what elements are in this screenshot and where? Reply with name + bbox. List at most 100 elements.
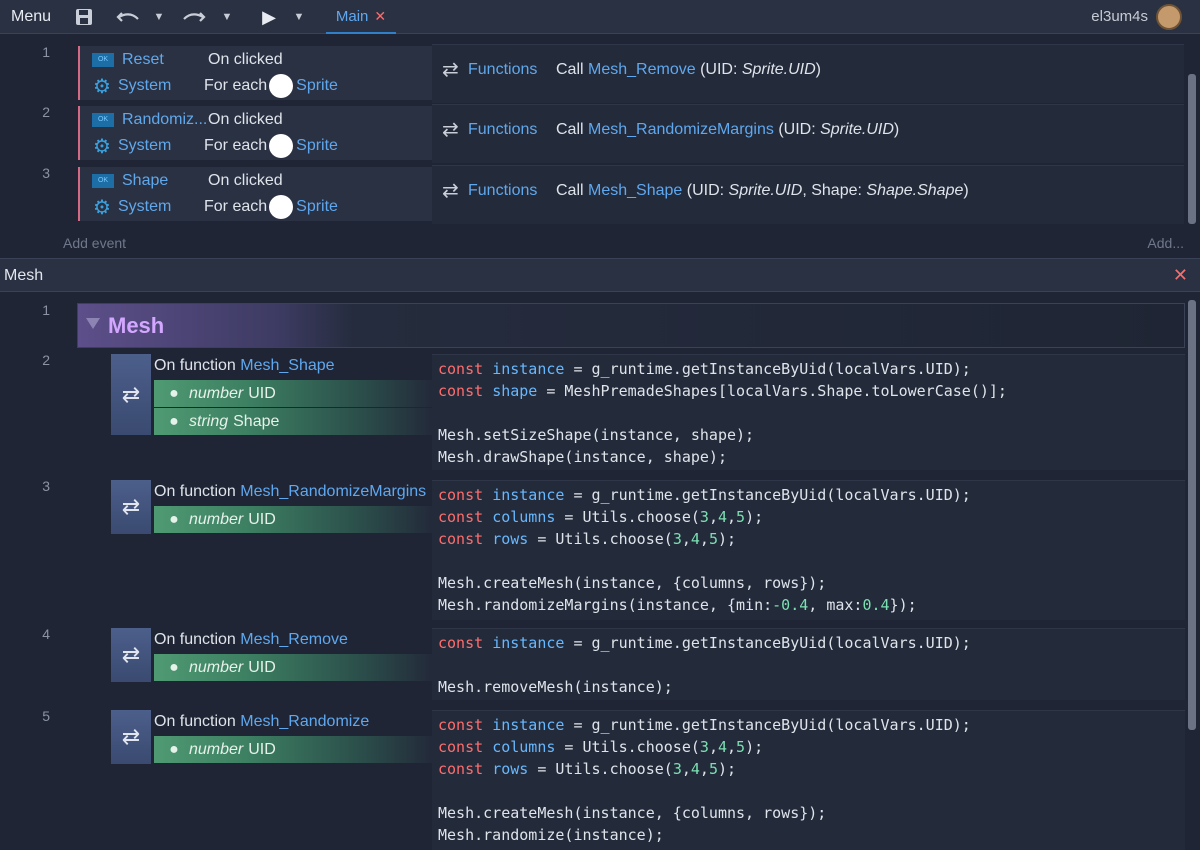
condition-target: Sprite bbox=[296, 137, 338, 154]
event-number: 3 bbox=[42, 165, 50, 181]
script-block[interactable]: const instance = g_runtime.getInstanceBy… bbox=[432, 480, 1185, 620]
param-name: Shape bbox=[233, 412, 280, 430]
condition-object: Randomiz... bbox=[122, 111, 208, 128]
function-icon: ⇄ bbox=[111, 710, 151, 764]
undo-icon[interactable] bbox=[114, 0, 142, 34]
functions-icon: ⇄ bbox=[442, 119, 459, 141]
function-parameter[interactable]: ● number UID bbox=[154, 380, 432, 407]
save-icon[interactable] bbox=[72, 0, 96, 34]
sprite-icon bbox=[269, 74, 294, 98]
menu-button[interactable]: Menu bbox=[0, 0, 62, 34]
play-icon[interactable]: ▶ bbox=[258, 0, 280, 34]
function-parameter[interactable]: ● number UID bbox=[154, 506, 432, 533]
condition-row[interactable]: ⚙ System For each Sprite bbox=[80, 193, 434, 221]
action-text: Call Mesh_Remove (UID: Sprite.UID) bbox=[556, 60, 821, 78]
param-type: number bbox=[189, 384, 244, 402]
gear-icon: ⚙ bbox=[93, 196, 111, 219]
script-block[interactable]: const instance = g_runtime.getInstanceBy… bbox=[432, 628, 1185, 700]
map-pin-icon: ● bbox=[169, 510, 179, 528]
mesh-sheet-header: Mesh ✕ bbox=[0, 258, 1200, 292]
condition-row[interactable]: ⚙ System For each Sprite bbox=[80, 72, 434, 100]
event-number: 1 bbox=[42, 302, 50, 318]
condition-text: On clicked bbox=[208, 51, 283, 68]
param-name: UID bbox=[248, 740, 276, 758]
param-name: UID bbox=[248, 384, 276, 402]
gear-icon: ⚙ bbox=[93, 75, 111, 98]
event-group[interactable]: Mesh bbox=[77, 303, 1185, 348]
condition-object: System bbox=[118, 198, 172, 215]
redo-icon[interactable] bbox=[180, 0, 208, 34]
code-line: Mesh.randomizeMargins(instance, {min:-0.… bbox=[438, 596, 917, 614]
condition-object: System bbox=[118, 77, 172, 94]
action-row[interactable]: ⇄ Functions Call Mesh_Shape (UID: Sprite… bbox=[432, 178, 969, 203]
script-block[interactable]: const instance = g_runtime.getInstanceBy… bbox=[432, 710, 1185, 850]
condition-text: For each bbox=[204, 77, 268, 94]
sprite-icon bbox=[269, 195, 294, 219]
map-pin-icon: ● bbox=[169, 740, 179, 758]
function-block[interactable]: ⇄ On function Mesh_Remove ● number UID bbox=[111, 628, 432, 682]
action-row[interactable]: ⇄ Functions Call Mesh_RandomizeMargins (… bbox=[432, 117, 899, 142]
code-line: const instance = g_runtime.getInstanceBy… bbox=[438, 716, 971, 734]
code-line: Mesh.drawShape(instance, shape); bbox=[438, 448, 727, 466]
collapse-triangle-icon[interactable] bbox=[86, 318, 100, 329]
button-object-icon: OK bbox=[92, 174, 114, 188]
condition-row[interactable]: OK Reset On clicked bbox=[80, 46, 434, 74]
condition-row[interactable]: OK Shape On clicked bbox=[80, 167, 434, 195]
tab-main[interactable]: Main ✕ bbox=[326, 0, 396, 34]
action-object: Functions bbox=[468, 120, 538, 138]
event-actions[interactable]: ⇄ Functions Call Mesh_RandomizeMargins (… bbox=[432, 104, 1184, 163]
undo-dropdown-chevron-down-icon[interactable]: ▼ bbox=[150, 0, 168, 34]
event-actions[interactable]: ⇄ Functions Call Mesh_Remove (UID: Sprit… bbox=[432, 44, 1184, 103]
function-parameter[interactable]: ● number UID bbox=[154, 736, 432, 763]
event-number: 2 bbox=[42, 104, 50, 120]
add-action-link[interactable]: Add... bbox=[1147, 235, 1184, 251]
action-text: Call Mesh_Shape (UID: Sprite.UID, Shape:… bbox=[556, 181, 969, 199]
function-icon: ⇄ bbox=[111, 628, 151, 682]
condition-target: Sprite bbox=[296, 198, 338, 215]
condition-row[interactable]: OK Randomiz... On clicked bbox=[80, 106, 434, 134]
gear-icon: ⚙ bbox=[93, 135, 111, 158]
condition-row[interactable]: ⚙ System For each Sprite bbox=[80, 132, 434, 160]
script-block[interactable]: const instance = g_runtime.getInstanceBy… bbox=[432, 354, 1185, 470]
play-dropdown-chevron-down-icon[interactable]: ▼ bbox=[290, 0, 308, 34]
code-line: Mesh.randomize(instance); bbox=[438, 826, 664, 844]
functions-icon: ⇄ bbox=[442, 59, 459, 81]
code-line: const rows = Utils.choose(3,4,5); bbox=[438, 530, 737, 548]
function-parameter[interactable]: ● number UID bbox=[154, 654, 432, 681]
sheet-title: Mesh bbox=[4, 267, 44, 284]
function-header: On function Mesh_Remove bbox=[154, 631, 348, 648]
code-line: const columns = Utils.choose(3,4,5); bbox=[438, 508, 764, 526]
top-toolbar: Menu ▼ ▼ ▶ ▼ Main ✕ el3um4s bbox=[0, 0, 1200, 34]
event-actions[interactable]: ⇄ Functions Call Mesh_Shape (UID: Sprite… bbox=[432, 165, 1184, 224]
scrollbar[interactable] bbox=[1188, 300, 1196, 730]
event-conditions[interactable]: OK Randomiz... On clicked ⚙ System For e… bbox=[78, 106, 432, 160]
sprite-icon bbox=[269, 134, 294, 158]
tab-main-label: Main bbox=[335, 7, 369, 25]
main-event-sheet: 1 OK Reset On clicked ⚙ System For each … bbox=[0, 34, 1200, 258]
map-pin-icon: ● bbox=[169, 384, 179, 402]
action-row[interactable]: ⇄ Functions Call Mesh_Remove (UID: Sprit… bbox=[432, 57, 821, 82]
event-conditions[interactable]: OK Reset On clicked ⚙ System For each Sp… bbox=[78, 46, 432, 100]
function-parameter[interactable]: ● string Shape bbox=[154, 408, 432, 435]
avatar[interactable] bbox=[1156, 4, 1182, 30]
condition-text: On clicked bbox=[208, 111, 283, 128]
add-event-link[interactable]: Add event bbox=[63, 235, 126, 251]
event-number: 5 bbox=[42, 708, 50, 724]
group-title: Mesh bbox=[108, 313, 165, 338]
function-block[interactable]: ⇄ On function Mesh_Randomize ● number UI… bbox=[111, 710, 432, 764]
param-type: number bbox=[189, 510, 244, 528]
event-number: 3 bbox=[42, 478, 50, 494]
redo-dropdown-chevron-down-icon[interactable]: ▼ bbox=[218, 0, 236, 34]
map-pin-icon: ● bbox=[169, 658, 179, 676]
condition-target: Sprite bbox=[296, 77, 338, 94]
event-conditions[interactable]: OK Shape On clicked ⚙ System For each Sp… bbox=[78, 167, 432, 221]
function-block[interactable]: ⇄ On function Mesh_Shape ● number UID ● … bbox=[111, 354, 432, 435]
close-icon[interactable]: ✕ bbox=[374, 8, 386, 25]
close-icon[interactable]: ✕ bbox=[1173, 265, 1188, 286]
event-number: 1 bbox=[42, 44, 50, 60]
function-block[interactable]: ⇄ On function Mesh_RandomizeMargins ● nu… bbox=[111, 480, 432, 534]
scrollbar[interactable] bbox=[1188, 74, 1196, 224]
param-name: UID bbox=[248, 658, 276, 676]
